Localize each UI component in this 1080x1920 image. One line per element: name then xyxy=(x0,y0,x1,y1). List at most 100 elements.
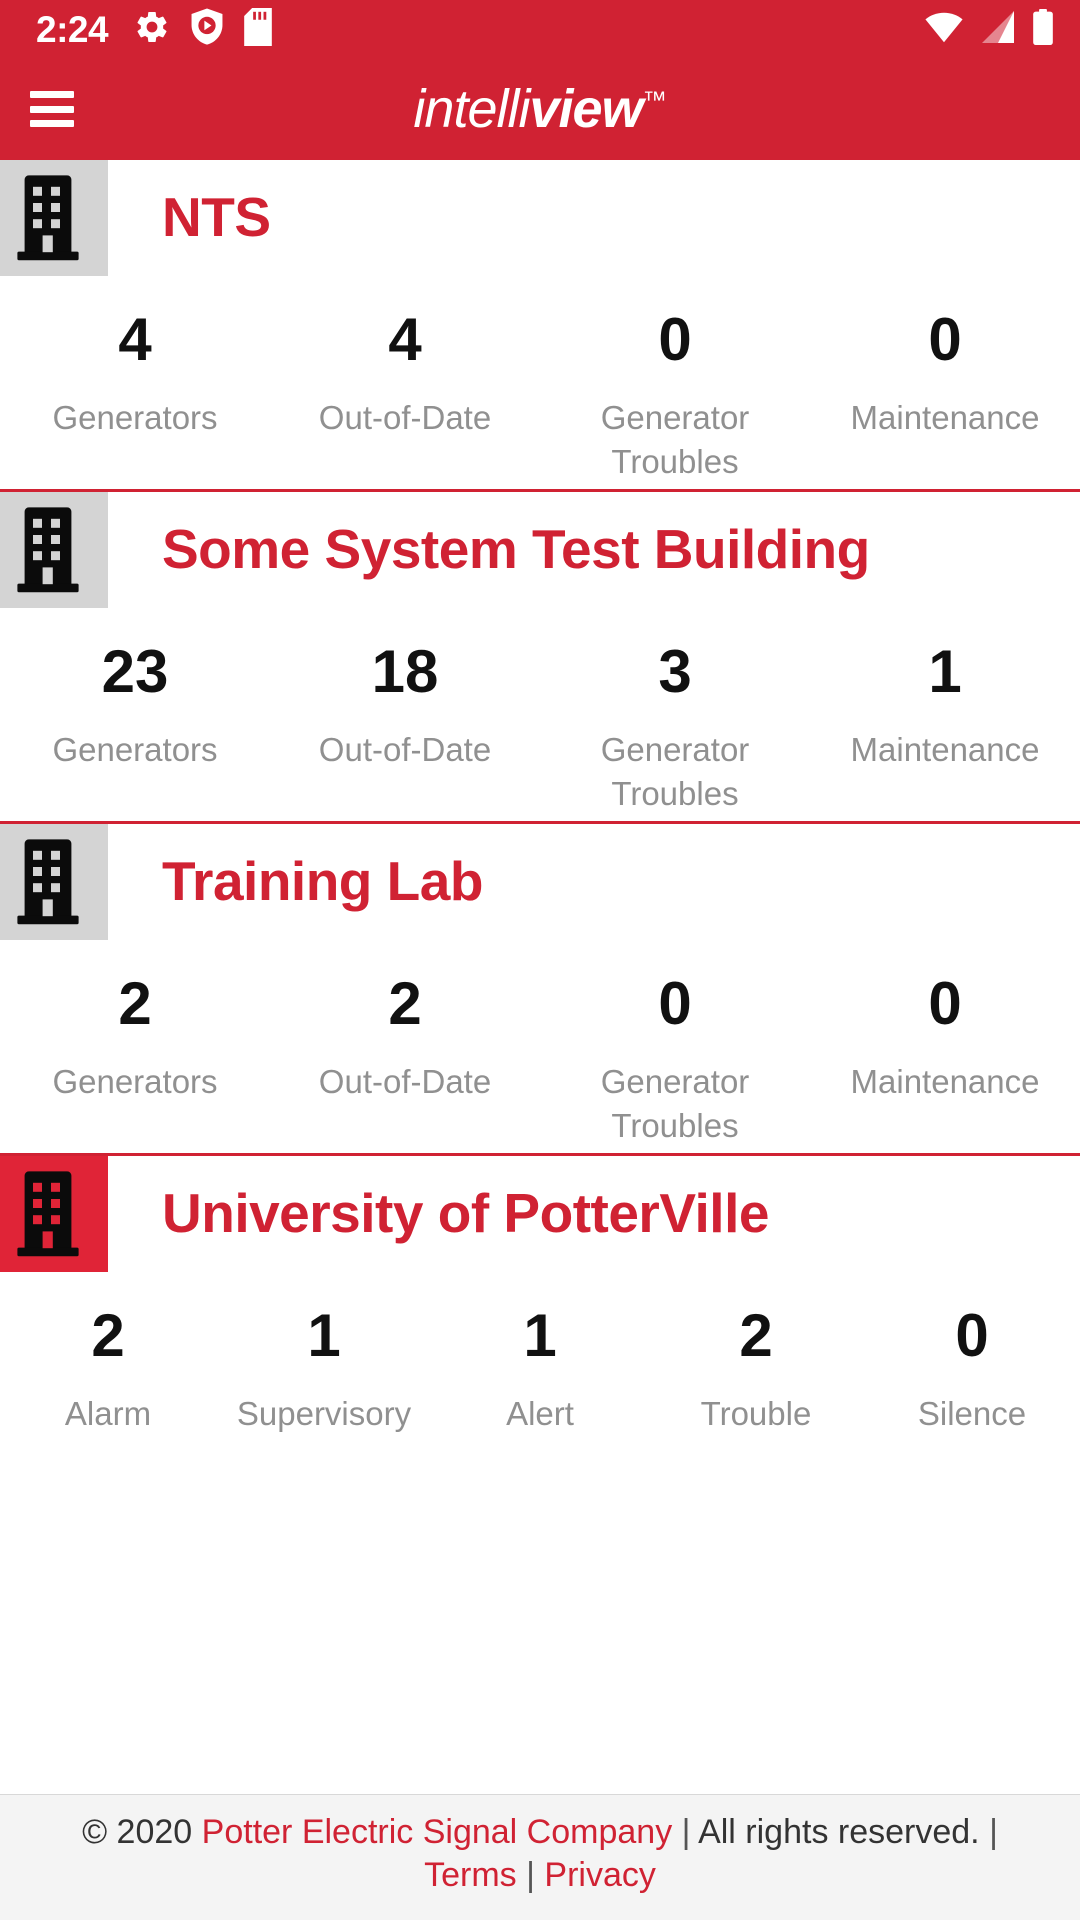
stat-value: 4 xyxy=(388,306,422,373)
stat-label: Generators xyxy=(52,731,218,769)
stat-item[interactable]: 0 Maintenance xyxy=(810,974,1080,1147)
stat-item[interactable]: 1 Maintenance xyxy=(810,642,1080,815)
stat-value: 0 xyxy=(928,970,962,1038)
stat-item[interactable]: 0 Maintenance xyxy=(810,310,1080,483)
stat-item[interactable]: 4 Generators xyxy=(0,310,270,483)
stat-value: 1 xyxy=(523,1302,557,1370)
building-card-header[interactable]: NTS xyxy=(0,160,1080,276)
stat-label: Generator Troubles xyxy=(600,1063,750,1144)
stat-item[interactable]: 4 Out-of-Date xyxy=(270,310,540,483)
footer-privacy-link[interactable]: Privacy xyxy=(544,1856,655,1894)
brand-bold-text: view xyxy=(529,79,643,139)
stat-value: 2 xyxy=(739,1302,773,1370)
status-right-icons xyxy=(924,8,1054,50)
footer-copyright: © 2020 xyxy=(82,1812,193,1851)
hamburger-bar-3 xyxy=(30,120,74,127)
stat-value: 0 xyxy=(658,306,692,373)
stat-item[interactable]: 3 Generator Troubles xyxy=(540,642,810,815)
gear-icon xyxy=(134,9,170,50)
footer-separator-2: | xyxy=(989,1812,998,1851)
stat-label: Maintenance xyxy=(850,1063,1040,1101)
stat-label: Maintenance xyxy=(850,399,1040,436)
stat-label: Trouble xyxy=(700,1395,812,1433)
footer-separator-3: | xyxy=(526,1856,535,1895)
building-icon xyxy=(0,492,108,609)
building-icon xyxy=(0,1156,108,1273)
stat-value: 18 xyxy=(371,638,439,706)
stat-label: Out-of-Date xyxy=(318,731,492,769)
page-footer: © 2020 Potter Electric Signal Company | … xyxy=(0,1793,1080,1920)
status-bar: 2:24 xyxy=(0,0,1080,58)
stat-item[interactable]: 2 Alarm xyxy=(0,1306,216,1436)
stat-item[interactable]: 1 Alert xyxy=(432,1306,648,1436)
battery-icon xyxy=(1032,8,1054,50)
building-stats-row: 4 Generators 4 Out-of-Date 0 Generator Troubl… xyxy=(0,276,1080,483)
stat-value: 23 xyxy=(101,638,169,706)
building-stats-row: 2 Alarm 1 Supervisory 1 Alert 2 Trouble 0 Silence xyxy=(0,1272,1080,1436)
stat-item[interactable]: 1 Supervisory xyxy=(216,1306,432,1436)
building-name: Some System Test Building xyxy=(162,518,870,581)
stat-label: Alarm xyxy=(64,1395,152,1433)
stat-label: Out-of-Date xyxy=(318,1063,492,1101)
building-card[interactable]: Training Lab 2 Generators 2 Out-of-Date 0 Gene… xyxy=(0,821,1080,1154)
app-root: 2:24 intelliview™ NTS 4 Generators 4 Out… xyxy=(0,0,1080,1920)
building-name: NTS xyxy=(162,186,271,248)
stat-label: Generators xyxy=(52,1063,218,1101)
stat-label: Alert xyxy=(506,1395,574,1433)
sd-card-icon xyxy=(244,7,272,51)
stat-value: 1 xyxy=(307,1302,341,1370)
stat-item[interactable]: 0 Generator Troubles xyxy=(540,310,810,483)
building-stats-row: 23 Generators 18 Out-of-Date 3 Generator Trou… xyxy=(0,608,1080,815)
stat-value: 0 xyxy=(928,306,962,373)
stat-item[interactable]: 2 Trouble xyxy=(648,1306,864,1436)
building-card-header[interactable]: Some System Test Building xyxy=(0,492,1080,609)
brand-trademark: ™ xyxy=(642,87,667,114)
building-name: Training Lab xyxy=(162,850,483,913)
stat-value: 0 xyxy=(658,970,692,1038)
stat-label: Supervisory xyxy=(236,1395,412,1433)
stat-label: Maintenance xyxy=(850,731,1040,769)
stat-label: Out-of-Date xyxy=(318,399,492,436)
footer-separator-1: | xyxy=(681,1812,691,1851)
stat-item[interactable]: 2 Generators xyxy=(0,974,270,1147)
building-stats-row: 2 Generators 2 Out-of-Date 0 Generator Troubl… xyxy=(0,940,1080,1147)
stat-value: 1 xyxy=(928,638,962,706)
building-card-header[interactable]: University of PotterVille xyxy=(0,1156,1080,1273)
footer-company-link[interactable]: Potter Electric Signal Company xyxy=(202,1813,673,1851)
hamburger-bar-2 xyxy=(30,105,74,113)
footer-terms-link[interactable]: Terms xyxy=(424,1856,517,1894)
hamburger-menu-icon[interactable] xyxy=(30,91,74,127)
building-icon xyxy=(0,160,108,276)
building-card[interactable]: Some System Test Building 23 Generators 18 O… xyxy=(0,489,1080,822)
brand-light-text: intelli xyxy=(413,79,530,139)
hamburger-bar-1 xyxy=(30,91,74,98)
stat-label: Generator Troubles xyxy=(600,399,750,480)
app-brand-logo: intelliview™ xyxy=(0,82,1080,136)
footer-rights: All rights reserved. xyxy=(698,1812,980,1851)
building-card[interactable]: University of PotterVille 2 Alarm 1 Supervis… xyxy=(0,1153,1080,1442)
building-name: University of PotterVille xyxy=(162,1182,769,1245)
stat-value: 2 xyxy=(118,970,152,1038)
building-icon xyxy=(0,824,108,941)
wifi-icon xyxy=(924,11,964,48)
stat-value: 2 xyxy=(388,970,422,1038)
status-clock: 2:24 xyxy=(36,8,109,50)
stat-value: 3 xyxy=(658,638,692,706)
stat-value: 4 xyxy=(118,306,152,373)
app-bar: intelliview™ xyxy=(0,58,1080,160)
stat-item[interactable]: 2 Out-of-Date xyxy=(270,974,540,1147)
stat-label: Generator Troubles xyxy=(600,731,750,812)
stat-label: Silence xyxy=(917,1395,1027,1433)
cellular-signal-icon xyxy=(978,10,1018,48)
stat-item[interactable]: 18 Out-of-Date xyxy=(270,642,540,815)
stat-item[interactable]: 23 Generators xyxy=(0,642,270,815)
building-card-list: NTS 4 Generators 4 Out-of-Date 0 Generator Tro… xyxy=(0,160,1080,1794)
building-card-header[interactable]: Training Lab xyxy=(0,824,1080,941)
stat-item[interactable]: 0 Generator Troubles xyxy=(540,974,810,1147)
status-left-icons xyxy=(134,7,272,51)
stat-item[interactable]: 0 Silence xyxy=(864,1306,1080,1436)
stat-value: 2 xyxy=(91,1302,125,1370)
stat-label: Generators xyxy=(52,399,218,436)
building-card[interactable]: NTS 4 Generators 4 Out-of-Date 0 Generator Tro… xyxy=(0,160,1080,490)
shield-play-icon xyxy=(190,7,224,51)
